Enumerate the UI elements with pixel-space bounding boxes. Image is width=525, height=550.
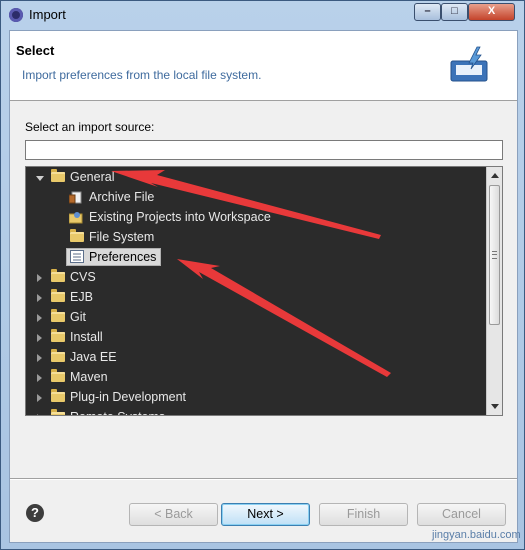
projects-folder-icon — [69, 212, 83, 224]
folder-open-icon — [51, 169, 65, 182]
grip-icon — [492, 251, 497, 259]
cancel-button[interactable]: Cancel — [417, 503, 506, 526]
tree-label: Archive File — [89, 190, 155, 204]
dialog-content: Select Import preferences from the local… — [9, 30, 521, 543]
tree-label: Plug-in Development — [70, 390, 187, 404]
collapsed-arrow-icon[interactable] — [37, 394, 42, 402]
tree-group-ejb[interactable]: EJB — [26, 287, 486, 307]
tree-label: Java EE — [70, 350, 117, 364]
folder-icon — [51, 289, 65, 302]
tree-label: Maven — [70, 370, 108, 384]
collapsed-arrow-icon[interactable] — [37, 314, 42, 322]
folder-icon — [51, 309, 65, 322]
window-title: Import — [29, 7, 66, 22]
import-source-label: Select an import source: — [25, 120, 155, 134]
tree-item-archive-file[interactable]: Archive File — [26, 187, 486, 207]
maximize-button[interactable]: □ — [441, 3, 468, 21]
filter-input[interactable] — [25, 140, 503, 160]
scroll-down-arrow-icon[interactable] — [491, 404, 499, 409]
scroll-up-arrow-icon[interactable] — [491, 173, 499, 178]
tree-label: Git — [70, 310, 86, 324]
page-title: Select — [16, 43, 55, 58]
archive-file-icon — [69, 191, 82, 204]
collapsed-arrow-icon[interactable] — [37, 374, 42, 382]
watermark: jingyan.baidu.com — [432, 529, 521, 541]
tree-group-cvs[interactable]: CVS — [26, 267, 486, 287]
tree-label: EJB — [70, 290, 93, 304]
tree-group-java-ee[interactable]: Java EE — [26, 347, 486, 367]
tree-label: Existing Projects into Workspace — [89, 210, 271, 224]
import-source-tree[interactable]: General Archive File Existing Projects i… — [25, 166, 503, 416]
tree-group-git[interactable]: Git — [26, 307, 486, 327]
tree-label: File System — [89, 230, 155, 244]
tree-label: Remote Systems — [70, 407, 165, 415]
tree-item-existing-projects[interactable]: Existing Projects into Workspace — [26, 207, 486, 227]
collapsed-arrow-icon[interactable] — [37, 294, 42, 302]
button-bar-separator — [10, 478, 517, 480]
tree-item-file-system[interactable]: File System — [26, 227, 486, 247]
expanded-arrow-icon[interactable] — [36, 176, 44, 181]
finish-button[interactable]: Finish — [319, 503, 408, 526]
tree-group-install[interactable]: Install — [26, 327, 486, 347]
page-description: Import preferences from the local file s… — [22, 68, 262, 82]
selection-highlight[interactable]: Preferences — [66, 248, 162, 266]
minimize-button[interactable]: – — [414, 3, 441, 21]
import-dialog: Import – □ X Select Import preferences f… — [0, 0, 525, 550]
collapsed-arrow-icon[interactable] — [37, 414, 42, 415]
tree-group-plugin-development[interactable]: Plug-in Development — [26, 387, 486, 407]
tree-group-maven[interactable]: Maven — [26, 367, 486, 387]
folder-icon — [51, 409, 65, 415]
collapsed-arrow-icon[interactable] — [37, 274, 42, 282]
tree-scrollbar[interactable] — [486, 167, 502, 415]
collapsed-arrow-icon[interactable] — [37, 354, 42, 362]
import-wizard-icon — [450, 46, 488, 82]
tree-label: Preferences — [89, 250, 157, 264]
tree-label: Install — [70, 330, 103, 344]
folder-icon — [51, 329, 65, 342]
help-icon[interactable]: ? — [26, 504, 44, 522]
eclipse-icon — [9, 8, 23, 22]
folder-icon — [51, 369, 65, 382]
tree-group-remote-systems[interactable]: Remote Systems — [26, 407, 486, 415]
close-button[interactable]: X — [468, 3, 515, 21]
collapsed-arrow-icon[interactable] — [37, 334, 42, 342]
title-bar[interactable]: Import – □ X — [1, 1, 524, 29]
folder-icon — [51, 349, 65, 362]
folder-icon — [51, 269, 65, 282]
preferences-icon — [70, 250, 84, 263]
folder-icon — [70, 229, 84, 242]
tree-label: General — [70, 170, 115, 184]
tree-label: CVS — [70, 270, 96, 284]
tree-group-general[interactable]: General — [26, 167, 486, 187]
folder-icon — [51, 389, 65, 402]
tree-item-preferences[interactable]: Preferences — [26, 247, 486, 267]
back-button[interactable]: < Back — [129, 503, 218, 526]
scroll-thumb[interactable] — [489, 185, 500, 325]
next-button[interactable]: Next > — [221, 503, 310, 526]
wizard-header: Select Import preferences from the local… — [10, 31, 517, 101]
